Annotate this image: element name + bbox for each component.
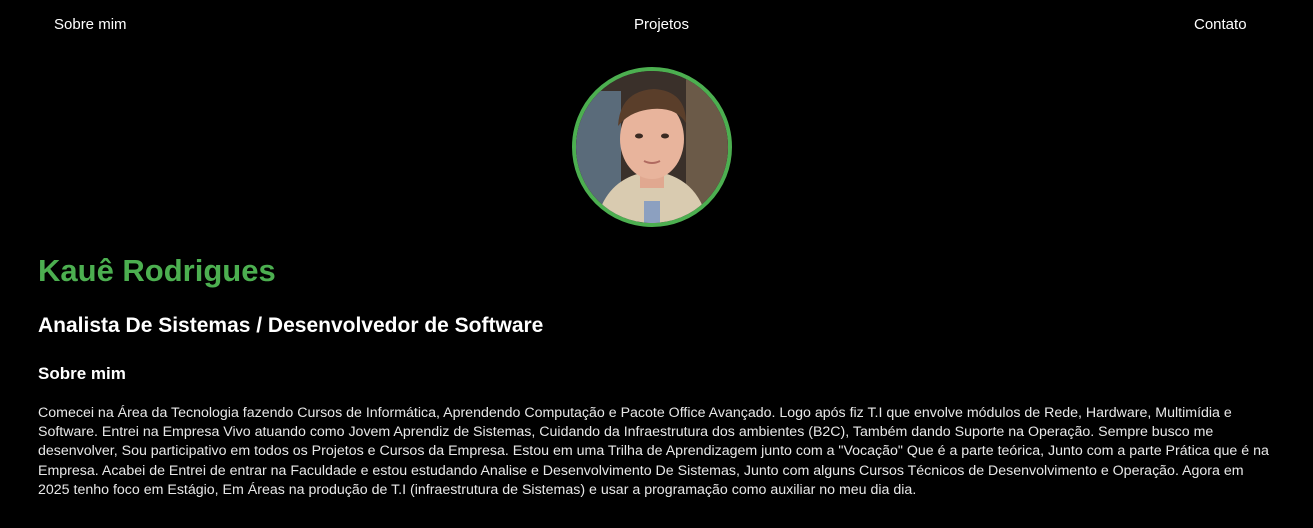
profile-name: Kauê Rodrigues <box>38 253 276 288</box>
nav-link-about[interactable]: Sobre mim <box>54 16 127 33</box>
profile-role: Analista De Sistemas / Desenvolvedor de … <box>38 314 544 337</box>
profile-photo <box>576 71 728 223</box>
top-nav: Sobre mim Projetos Contato <box>0 16 1313 36</box>
profile-avatar <box>572 67 732 227</box>
about-heading: Sobre mim <box>38 364 126 383</box>
about-paragraph: Comecei na Área da Tecnologia fazendo Cu… <box>38 405 1269 498</box>
nav-link-contact[interactable]: Contato <box>1194 16 1247 33</box>
nav-link-projects[interactable]: Projetos <box>634 16 689 33</box>
